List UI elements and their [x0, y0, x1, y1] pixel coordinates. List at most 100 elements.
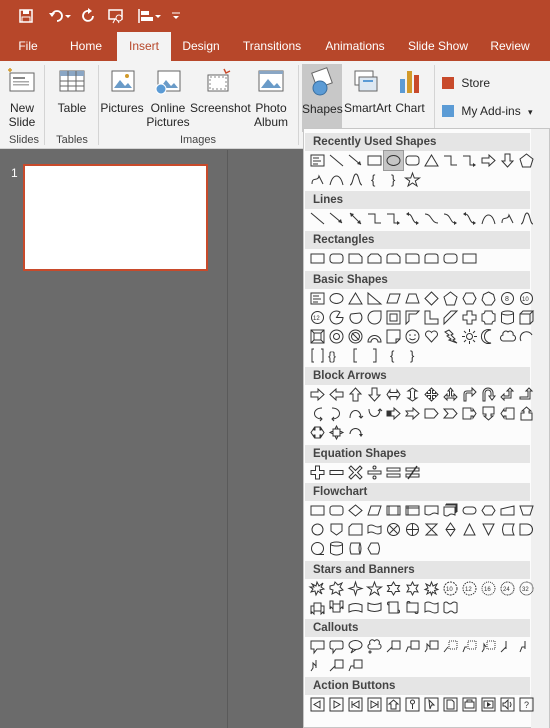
customize-qat-icon[interactable] [170, 6, 182, 26]
linecallout1-shape-icon[interactable] [384, 637, 403, 656]
sun-shape-icon[interactable] [460, 327, 479, 346]
or-shape-icon[interactable] [403, 520, 422, 539]
n8-shape-icon[interactable]: 8 [498, 289, 517, 308]
nosymbol-shape-icon[interactable] [346, 327, 365, 346]
linecallout1b-shape-icon[interactable] [498, 637, 517, 656]
save-icon[interactable] [16, 6, 36, 26]
dcallout-shape-icon[interactable] [479, 404, 498, 423]
tab-review[interactable]: Review [484, 32, 536, 61]
oval-shape-icon[interactable] [383, 150, 404, 171]
arc-shape-icon[interactable] [517, 327, 536, 346]
lrarrow-shape-icon[interactable] [384, 385, 403, 404]
connector-shape-icon[interactable] [308, 520, 327, 539]
curve-shape-icon[interactable] [479, 209, 498, 228]
rbracket-shape-icon[interactable] [365, 346, 384, 365]
para-shape-icon[interactable] [384, 289, 403, 308]
darrow-shape-icon[interactable] [365, 385, 384, 404]
tab-home[interactable]: Home [58, 32, 114, 61]
diagstripe-shape-icon[interactable] [441, 308, 460, 327]
action-button-icon[interactable] [460, 695, 479, 714]
dblbrace-shape-icon[interactable]: {} [327, 346, 346, 365]
online-pictures-button[interactable]: Online Pictures [146, 65, 190, 129]
start-from-beginning-icon[interactable] [106, 6, 126, 26]
lrcallout-shape-icon[interactable] [308, 423, 327, 442]
rcallout-shape-icon[interactable] [460, 404, 479, 423]
lrudarrow-shape-icon[interactable] [441, 385, 460, 404]
freeform-shape-icon[interactable] [308, 170, 327, 189]
collate-shape-icon[interactable] [422, 520, 441, 539]
tear-shape-icon[interactable] [365, 308, 384, 327]
line-shape-icon[interactable] [327, 151, 346, 170]
process-shape-icon[interactable] [308, 501, 327, 520]
darrow-shape-icon[interactable] [498, 151, 517, 170]
action-button-icon[interactable] [441, 695, 460, 714]
explosion2-shape-icon[interactable] [327, 579, 346, 598]
action-button-icon[interactable] [498, 695, 517, 714]
punchtape-shape-icon[interactable] [365, 520, 384, 539]
notchedR-shape-icon[interactable] [403, 404, 422, 423]
document-shape-icon[interactable] [422, 501, 441, 520]
star16-shape-icon[interactable]: 16 [479, 579, 498, 598]
action-button-icon[interactable] [422, 695, 441, 714]
card-shape-icon[interactable] [346, 520, 365, 539]
redo-icon[interactable] [80, 6, 98, 26]
store-button[interactable]: Store [442, 73, 490, 93]
snip1-shape-icon[interactable] [346, 249, 365, 268]
freeform-shape-icon[interactable] [498, 209, 517, 228]
moon-shape-icon[interactable] [479, 327, 498, 346]
scribble-shape-icon[interactable] [517, 209, 536, 228]
donut-shape-icon[interactable] [327, 327, 346, 346]
line-shape-icon[interactable] [308, 209, 327, 228]
lupar-shape-icon[interactable] [498, 385, 517, 404]
bentarrow-shape-icon[interactable] [460, 385, 479, 404]
stripedR-shape-icon[interactable] [384, 404, 403, 423]
seqaccess-shape-icon[interactable] [308, 539, 327, 558]
lbracket-shape-icon[interactable] [346, 346, 365, 365]
foldedcorner-shape-icon[interactable] [384, 327, 403, 346]
action-button-icon[interactable] [365, 695, 384, 714]
udarrow-shape-icon[interactable] [403, 385, 422, 404]
star12-shape-icon[interactable]: 12 [460, 579, 479, 598]
cloud-shape-icon[interactable] [498, 327, 517, 346]
rbrace-shape-icon[interactable]: } [403, 346, 422, 365]
bentup-shape-icon[interactable] [517, 385, 536, 404]
star8-shape-icon[interactable] [422, 579, 441, 598]
lbrace-shape-icon[interactable]: { [365, 170, 384, 189]
rectcallout-shape-icon[interactable] [308, 637, 327, 656]
curvedU-shape-icon[interactable] [346, 404, 365, 423]
action-button-icon[interactable] [327, 695, 346, 714]
textbox-shape-icon[interactable] [308, 151, 327, 170]
data-shape-icon[interactable] [365, 501, 384, 520]
delay-shape-icon[interactable] [517, 520, 536, 539]
lcallout-shape-icon[interactable] [498, 404, 517, 423]
action-button-icon[interactable] [346, 695, 365, 714]
cube-shape-icon[interactable] [517, 308, 536, 327]
action-button-icon[interactable] [479, 695, 498, 714]
stored-shape-icon[interactable] [498, 520, 517, 539]
align-icon[interactable] [134, 6, 164, 26]
notequal-shape-icon[interactable] [403, 463, 422, 482]
manualop-shape-icon[interactable] [517, 501, 536, 520]
explosion1-shape-icon[interactable] [308, 579, 327, 598]
rrect-shape-icon[interactable] [327, 249, 346, 268]
screenshot-button[interactable]: Screenshot [190, 65, 251, 115]
bevel-shape-icon[interactable] [308, 327, 327, 346]
star24-shape-icon[interactable]: 24 [498, 579, 517, 598]
quadcallout-shape-icon[interactable] [327, 423, 346, 442]
action-button-icon[interactable] [403, 695, 422, 714]
photo-album-button[interactable]: Photo Album [248, 65, 294, 129]
trap-shape-icon[interactable] [403, 289, 422, 308]
dblwave-shape-icon[interactable] [441, 598, 460, 617]
circarrow-shape-icon[interactable] [346, 423, 365, 442]
curvedR-shape-icon[interactable] [308, 404, 327, 423]
n12-shape-icon[interactable]: 12 [308, 308, 327, 327]
terminator-shape-icon[interactable] [460, 501, 479, 520]
predef-shape-icon[interactable] [384, 501, 403, 520]
scribble-shape-icon[interactable] [346, 170, 365, 189]
uarrow-shape-icon[interactable] [346, 385, 365, 404]
n10-shape-icon[interactable]: 10 [517, 289, 536, 308]
rtri-shape-icon[interactable] [365, 289, 384, 308]
pictures-button[interactable]: Pictures [100, 65, 144, 115]
directaccess-shape-icon[interactable] [346, 539, 365, 558]
lbrace-shape-icon[interactable]: { [384, 346, 403, 365]
